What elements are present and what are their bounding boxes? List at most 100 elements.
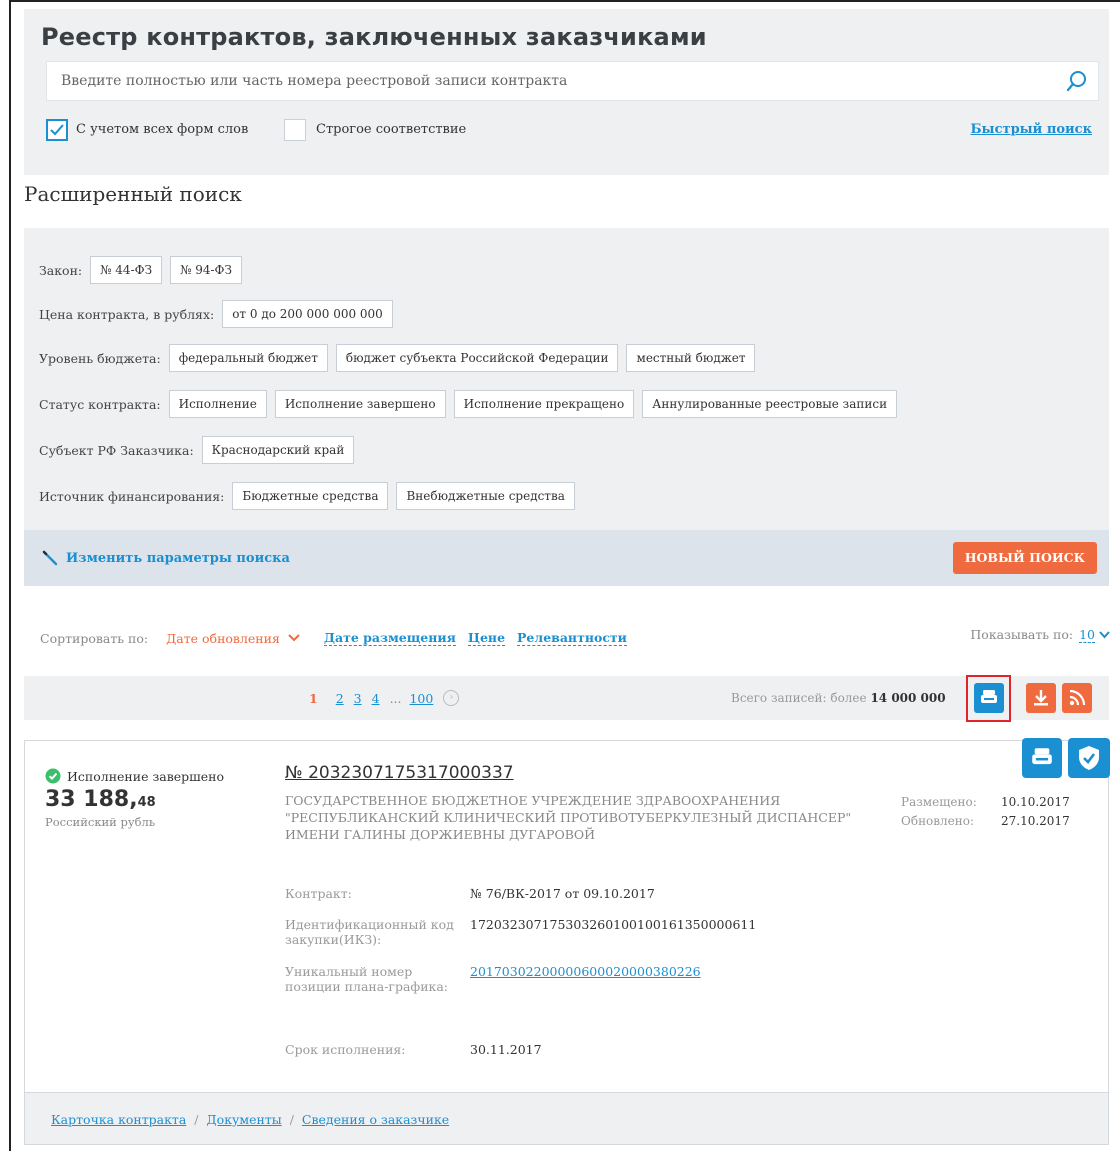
sort-option-price[interactable]: Цене	[467, 630, 506, 646]
placed-value: 10.10.2017	[1001, 795, 1070, 809]
detail-value: 30.11.2017	[470, 1042, 542, 1057]
filter-tag[interactable]: Исполнение	[168, 390, 267, 418]
sort-label: Сортировать по:	[40, 630, 149, 646]
print-icon	[1032, 748, 1052, 765]
page-current: 1	[309, 690, 318, 706]
page-link[interactable]: 3	[354, 691, 362, 706]
filter-row-status: Статус контракта: Исполнение Исполнение …	[39, 390, 905, 418]
card-footer: Карточка контракта / Документы / Сведени…	[25, 1092, 1108, 1144]
separator: /	[194, 1112, 199, 1127]
total-value: 14 000 000	[870, 691, 946, 705]
new-search-button[interactable]: НОВЫЙ ПОИСК	[952, 542, 1097, 574]
pencil-icon	[42, 550, 58, 566]
download-button[interactable]	[1026, 683, 1056, 713]
detail-row: Уникальный номер позиции плана-графика: …	[285, 964, 701, 994]
filter-label: Уровень бюджета:	[39, 350, 161, 366]
separator: /	[289, 1112, 294, 1127]
edit-search-label: Изменить параметры поиска	[66, 550, 290, 566]
edit-search-bar: Изменить параметры поиска НОВЫЙ ПОИСК	[24, 530, 1109, 586]
filter-tag[interactable]: № 44-ФЗ	[90, 256, 163, 284]
chevron-down-icon[interactable]	[288, 632, 300, 645]
all-forms-label: С учетом всех форм слов	[76, 122, 249, 137]
contract-card-link[interactable]: Карточка контракта	[51, 1112, 186, 1127]
filter-label: Цена контракта, в рублях:	[39, 306, 215, 322]
search-icon[interactable]	[1066, 70, 1088, 92]
detail-label: Срок исполнения:	[285, 1042, 406, 1057]
page-link[interactable]: 4	[372, 691, 380, 706]
filter-panel: Закон: № 44-ФЗ № 94-ФЗ Цена контракта, в…	[24, 228, 1109, 530]
quick-search-link[interactable]: Быстрый поиск	[970, 122, 1092, 137]
filter-tag[interactable]: Исполнение прекращено	[453, 390, 635, 418]
next-page-icon[interactable]: ›	[443, 690, 460, 706]
strict-match-label: Строгое соответствие	[316, 122, 467, 137]
filter-label: Источник финансирования:	[39, 488, 225, 504]
search-box	[46, 61, 1099, 101]
detail-value: 172032307175303260100100161350000611	[470, 917, 757, 932]
chevron-down-icon[interactable]	[1099, 631, 1110, 639]
contract-number-link[interactable]: № 2032307175317000337	[285, 763, 514, 783]
documents-link[interactable]: Документы	[207, 1112, 282, 1127]
page-link[interactable]: 2	[336, 691, 344, 706]
filter-tag[interactable]: Бюджетные средства	[232, 482, 389, 510]
page-size-label: Показывать по:	[970, 627, 1074, 642]
filter-tag[interactable]: Внебюджетные средства	[396, 482, 575, 510]
card-print-button[interactable]	[1022, 738, 1062, 778]
filter-row-law: Закон: № 44-ФЗ № 94-ФЗ	[39, 256, 250, 284]
filter-label: Закон:	[39, 262, 83, 278]
filter-tag[interactable]: № 94-ФЗ	[170, 256, 242, 284]
filter-tag[interactable]: местный бюджет	[626, 344, 756, 372]
filter-tag[interactable]: Исполнение завершено	[274, 390, 446, 418]
contract-currency: Российский рубль	[45, 815, 156, 829]
shield-check-icon	[1079, 746, 1099, 770]
total-records: Всего записей: более 14 000 000	[731, 691, 946, 705]
price-cents: 48	[137, 795, 156, 810]
sort-option-relevance[interactable]: Релевантности	[517, 630, 627, 646]
page-size-selector: Показывать по: 10	[970, 627, 1110, 643]
filter-tag[interactable]: федеральный бюджет	[168, 344, 328, 372]
filter-row-funding: Источник финансирования: Бюджетные средс…	[39, 482, 583, 510]
detail-label: Идентификационный код закупки(ИКЗ):	[285, 917, 454, 947]
filter-tag[interactable]: от 0 до 200 000 000 000	[222, 300, 393, 328]
filter-tag[interactable]: Аннулированные реестровые записи	[642, 390, 898, 418]
card-security-button[interactable]	[1068, 738, 1110, 778]
detail-row: Контракт: № 76/ВК-2017 от 09.10.2017	[285, 886, 655, 901]
contract-price: 33 188,48	[45, 787, 156, 812]
detail-row: Идентификационный код закупки(ИКЗ): 1720…	[285, 917, 756, 947]
contract-card: Исполнение завершено 33 188,48 Российски…	[24, 740, 1109, 1145]
rss-button[interactable]	[1062, 683, 1092, 713]
detail-label: Уникальный номер позиции плана-графика:	[285, 964, 449, 994]
page-ellipsis: ...	[389, 690, 402, 706]
filter-label: Статус контракта:	[39, 396, 161, 412]
download-icon	[1034, 690, 1048, 706]
pagination: 1 2 3 4 ... 100 ›	[309, 690, 460, 706]
page-link-last[interactable]: 100	[409, 691, 433, 706]
updated-label: Обновлено:	[901, 814, 975, 828]
detail-row: Срок исполнения: 30.11.2017	[285, 1042, 542, 1057]
customer-name: ГОСУДАРСТВЕННОЕ БЮДЖЕТНОЕ УЧРЕЖДЕНИЕ ЗДР…	[285, 793, 852, 842]
sort-active-option[interactable]: Дате обновления	[166, 631, 280, 646]
page-size-value[interactable]: 10	[1079, 627, 1096, 643]
filter-label: Субъект РФ Заказчика:	[39, 442, 194, 458]
search-panel: Реестр контрактов, заключенных заказчика…	[24, 9, 1109, 175]
checkbox-check-icon	[50, 124, 64, 136]
edit-search-link[interactable]: Изменить параметры поиска	[42, 550, 290, 566]
sort-row: Сортировать по: Дате обновления Дате раз…	[40, 626, 639, 650]
plan-position-link[interactable]: 201703022000006000200003802​26	[470, 964, 701, 994]
sort-option-date-placed[interactable]: Дате размещения	[323, 630, 456, 646]
contract-dates: Размещено: 10.10.2017 Обновлено: 27.10.201…	[901, 793, 1070, 831]
customer-info-link[interactable]: Сведения о заказчике	[302, 1112, 449, 1127]
filter-tag[interactable]: бюджет субъекта Российской Федерации	[335, 344, 619, 372]
placed-label: Размещено:	[901, 795, 977, 809]
advanced-search-title: Расширенный поиск	[24, 182, 242, 206]
filter-row-budget: Уровень бюджета: федеральный бюджет бюдж…	[39, 344, 763, 372]
print-highlight	[966, 675, 1011, 722]
card-footer-links: Карточка контракта / Документы / Сведени…	[51, 1112, 449, 1127]
strict-match-checkbox[interactable]	[284, 119, 306, 141]
search-input[interactable]	[61, 62, 1021, 100]
page-title: Реестр контрактов, заключенных заказчика…	[41, 23, 707, 51]
detail-value: № 76/ВК-2017 от 09.10.2017	[470, 886, 655, 901]
updated-value: 27.10.2017	[1001, 814, 1070, 828]
detail-label: Контракт:	[285, 886, 352, 901]
all-forms-checkbox[interactable]	[46, 119, 68, 141]
filter-tag[interactable]: Краснодарский край	[201, 436, 355, 464]
